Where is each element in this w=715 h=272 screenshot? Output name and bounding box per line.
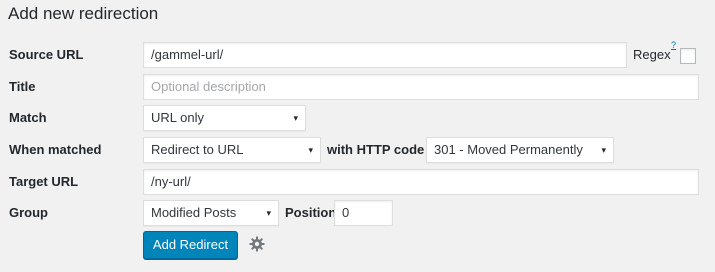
http-code-selected-value: 301 - Moved Permanently <box>434 142 583 157</box>
chevron-down-icon: ▾ <box>601 145 606 155</box>
target-url-input[interactable]: /ny-url/ <box>143 169 699 195</box>
http-code-select[interactable]: 301 - Moved Permanently ▾ <box>426 137 614 163</box>
group-select[interactable]: Modified Posts ▾ <box>143 200 279 226</box>
chevron-down-icon: ▾ <box>293 113 298 123</box>
group-row: Group Modified Posts ▾ Position 0 <box>0 200 715 226</box>
match-select[interactable]: URL only ▾ <box>143 105 306 131</box>
action-selected-value: Redirect to URL <box>151 142 244 157</box>
add-redirect-button[interactable]: Add Redirect <box>143 231 238 259</box>
target-url-label: Target URL <box>9 174 79 189</box>
regex-label: Regex <box>633 47 671 62</box>
target-url-row: Target URL /ny-url/ <box>0 169 715 195</box>
title-row: Title Optional description <box>0 74 715 100</box>
source-url-row: Source URL /gammel-url/ Regex ? <box>0 40 715 68</box>
match-row: Match URL only ▾ <box>0 105 715 131</box>
action-select[interactable]: Redirect to URL ▾ <box>143 137 321 163</box>
match-label: Match <box>9 110 47 125</box>
chevron-down-icon: ▾ <box>308 145 313 155</box>
regex-help-link[interactable]: ? <box>671 40 676 50</box>
position-label: Position <box>285 205 337 220</box>
when-matched-row: When matched Redirect to URL ▾ with HTTP… <box>0 137 715 163</box>
form-title: Add new redirection <box>8 4 159 23</box>
source-url-label: Source URL <box>9 47 84 62</box>
group-selected-value: Modified Posts <box>151 205 237 220</box>
position-value: 0 <box>342 205 350 220</box>
title-label: Title <box>9 79 36 94</box>
regex-checkbox[interactable] <box>680 48 696 64</box>
group-label: Group <box>9 205 48 220</box>
gear-icon[interactable] <box>249 236 265 252</box>
chevron-down-icon: ▾ <box>266 208 271 218</box>
title-placeholder: Optional description <box>151 79 266 94</box>
title-input[interactable]: Optional description <box>143 74 699 100</box>
http-code-label: with HTTP code <box>327 142 425 157</box>
match-selected-value: URL only <box>151 110 204 125</box>
source-url-input[interactable]: /gammel-url/ <box>143 42 627 68</box>
position-input[interactable]: 0 <box>334 200 393 226</box>
when-matched-label: When matched <box>9 142 102 157</box>
target-url-value: /ny-url/ <box>151 174 191 189</box>
source-url-value: /gammel-url/ <box>151 47 224 62</box>
